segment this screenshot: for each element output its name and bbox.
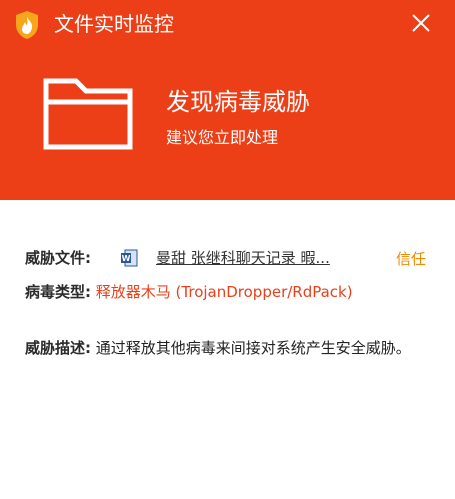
threat-file-name[interactable]: 曼甜 张继科聊天记录 暇... [156, 247, 330, 269]
threat-file-row: 威胁文件: [25, 247, 91, 269]
alert-title: 发现病毒威胁 [166, 88, 310, 116]
window-title: 文件实时监控 [54, 12, 174, 36]
trust-button[interactable]: 信任 [396, 248, 426, 270]
folder-icon [43, 78, 133, 150]
virus-type-value: 释放器木马 (TrojanDropper/RdPack) [95, 283, 353, 301]
svg-text:W: W [122, 254, 131, 263]
close-icon[interactable] [408, 10, 434, 36]
threat-description: 威胁描述: 通过释放其他病毒来间接对系统产生安全威胁。 [25, 336, 425, 361]
alert-header: 文件实时监控 发现病毒威胁 建议您立即处理 [0, 0, 455, 200]
threat-desc-label: 威胁描述: [25, 339, 91, 357]
word-document-icon: W [121, 249, 138, 267]
virus-alert-window: 文件实时监控 发现病毒威胁 建议您立即处理 威胁文件: W 曼甜 张继科聊天记录… [0, 0, 455, 499]
virus-type-label: 病毒类型: [25, 283, 91, 301]
threat-file-label: 威胁文件: [25, 249, 91, 267]
threat-desc-value: 通过释放其他病毒来间接对系统产生安全威胁。 [95, 339, 411, 357]
shield-flame-icon [16, 11, 38, 39]
alert-subtitle: 建议您立即处理 [166, 128, 279, 147]
virus-type-row: 病毒类型: 释放器木马 (TrojanDropper/RdPack) [25, 281, 353, 303]
